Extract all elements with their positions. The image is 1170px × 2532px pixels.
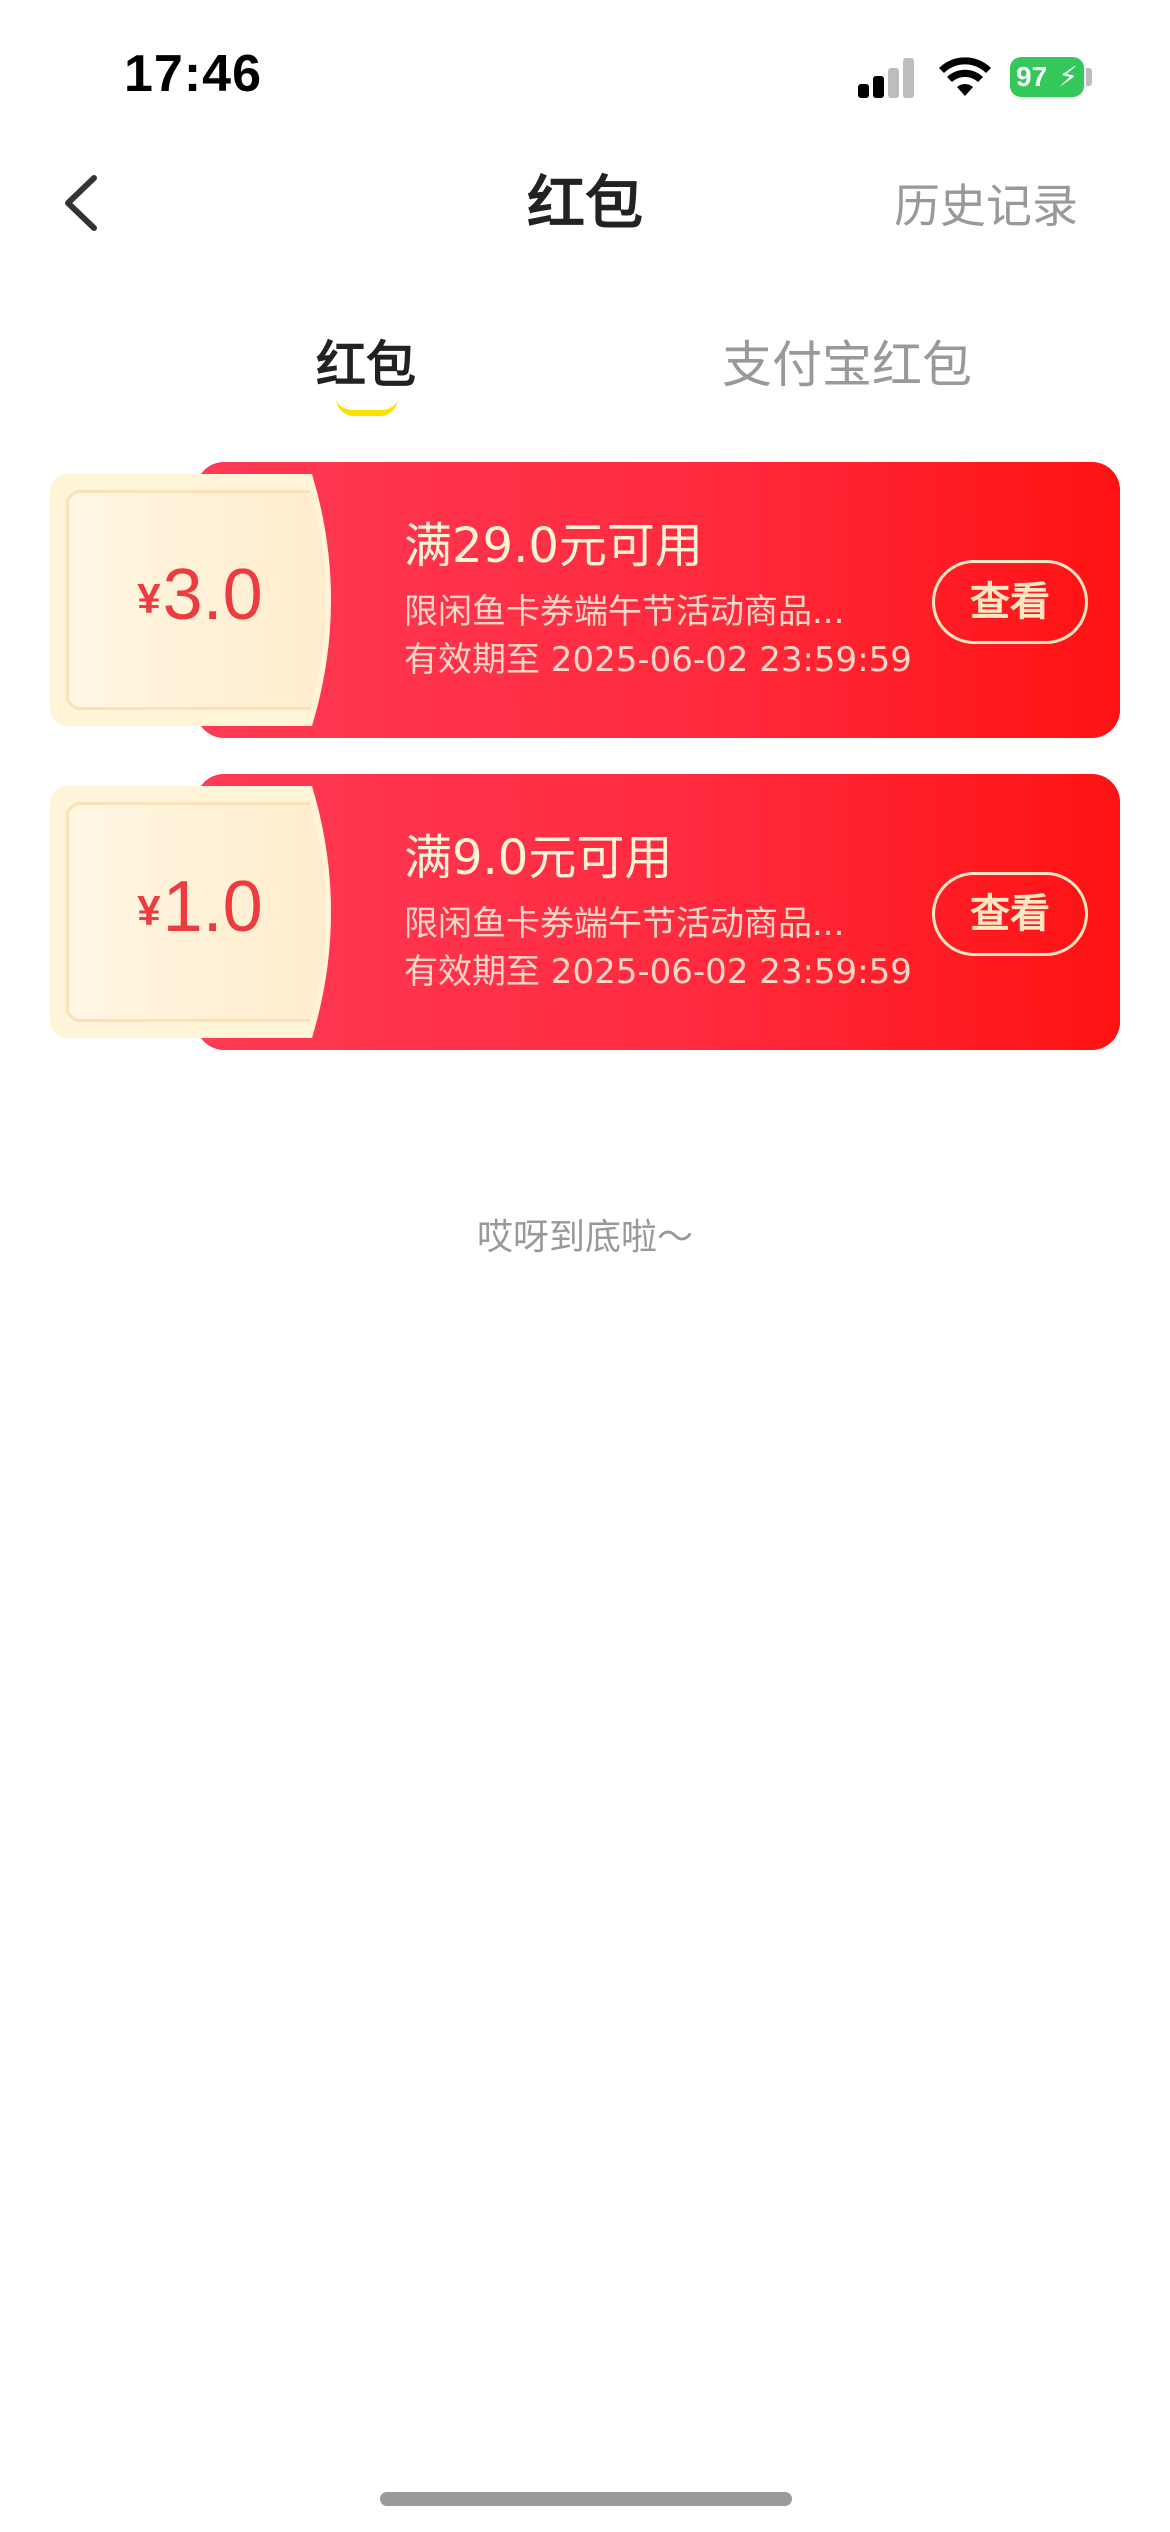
view-coupon-button[interactable]: 查看 bbox=[932, 872, 1088, 956]
coupon-amount: ¥3.0 bbox=[50, 554, 350, 636]
tab-red-envelope[interactable]: 红包 bbox=[316, 330, 416, 400]
coupon-expiry: 有效期至 2025-06-02 23:59:59 bbox=[404, 952, 912, 992]
battery-level: 97 bbox=[1016, 61, 1048, 92]
coupon-scope: 限闲鱼卡券端午节活动商品... bbox=[404, 904, 845, 944]
currency-symbol: ¥ bbox=[137, 575, 161, 622]
battery-icon: 97 ⚡ bbox=[1010, 57, 1084, 97]
coupon-card: ¥1.0 满9.0元可用 限闲鱼卡券端午节活动商品... 有效期至 2025-0… bbox=[50, 774, 1120, 1050]
coupon-condition: 满29.0元可用 bbox=[404, 518, 703, 574]
coupon-expiry: 有效期至 2025-06-02 23:59:59 bbox=[404, 640, 912, 680]
cellular-signal-icon bbox=[858, 58, 916, 98]
red-envelope-page: 17:46 97 ⚡ 红包 历史记录 红包 支付宝红包 ¥3.0 满29.0元可… bbox=[0, 0, 1170, 2532]
coupon-condition: 满9.0元可用 bbox=[404, 830, 673, 886]
end-of-list-note: 哎呀到底啦～ bbox=[476, 1217, 693, 1258]
tab-alipay-red-envelope[interactable]: 支付宝红包 bbox=[722, 330, 972, 400]
battery-cap bbox=[1086, 68, 1092, 86]
tab-active-indicator bbox=[336, 398, 398, 416]
wifi-icon bbox=[939, 57, 991, 96]
view-coupon-button[interactable]: 查看 bbox=[932, 560, 1088, 644]
coupon-card: ¥3.0 满29.0元可用 限闲鱼卡券端午节活动商品... 有效期至 2025-… bbox=[50, 462, 1120, 738]
history-link[interactable]: 历史记录 bbox=[894, 176, 1078, 236]
status-bar: 17:46 97 ⚡ bbox=[0, 0, 1170, 150]
coupon-scope: 限闲鱼卡券端午节活动商品... bbox=[404, 592, 845, 632]
home-indicator[interactable] bbox=[380, 2492, 792, 2506]
coupon-value: 1.0 bbox=[162, 867, 263, 947]
status-time: 17:46 bbox=[124, 45, 262, 103]
currency-symbol: ¥ bbox=[137, 887, 161, 934]
coupon-value: 3.0 bbox=[162, 555, 263, 635]
coupon-amount: ¥1.0 bbox=[50, 866, 350, 948]
charging-bolt-icon: ⚡ bbox=[1058, 61, 1078, 92]
